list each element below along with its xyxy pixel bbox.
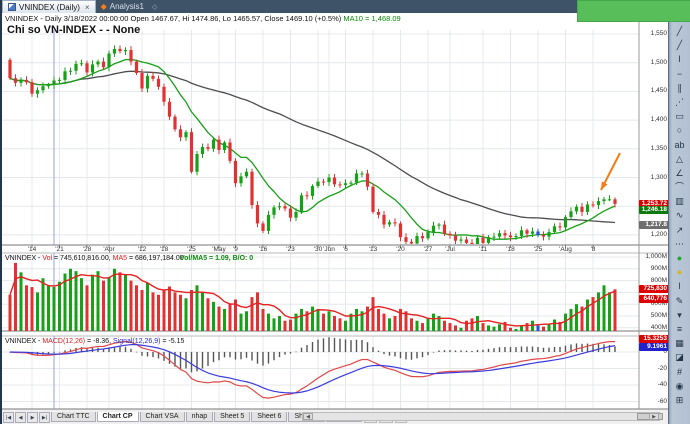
horizontal-scrollbar[interactable]: ◀ ▶: [302, 412, 660, 421]
arc-icon[interactable]: ⌒: [672, 180, 688, 194]
volume-header-vol-label: Vol: [42, 255, 52, 262]
volume-ratio-label: Vol/MA5 = 1.09, B/O: 0: [180, 255, 253, 262]
extended-line-icon[interactable]: ╱: [672, 38, 688, 52]
first-sheet-button[interactable]: |◀: [3, 412, 14, 423]
macd-header-symbol: VNINDEX -: [5, 338, 42, 345]
parallel-lines-icon[interactable]: ∥: [672, 81, 688, 95]
indicator-icon[interactable]: #: [672, 365, 688, 379]
layers-icon[interactable]: ≡: [672, 322, 688, 336]
trendline-icon[interactable]: ╱: [672, 24, 688, 38]
next-sheet-button[interactable]: ▶: [27, 412, 38, 423]
scroll-right-arrow[interactable]: ▶: [649, 413, 659, 420]
drawing-toolbar: ╱╱I−∥⋰▭○ab△∠⌒▥∿↗⋯●●ǀ✎▾≡▦◪#◉⊞: [668, 0, 690, 424]
sheet-tab-nhap[interactable]: nhap: [186, 412, 214, 422]
redaction-overlay: [577, 0, 690, 22]
close-tab-icon[interactable]: ×: [85, 3, 90, 12]
tab-label: VNINDEX (Daily): [19, 3, 80, 12]
channel-icon[interactable]: ⋰: [672, 95, 688, 109]
volume-header-ma-value: = 686,197,184.00: [127, 255, 184, 262]
macd-pane-header: VNINDEX - MACD(12,26) = -8.36, Signal(12…: [5, 338, 184, 345]
more-tools-icon[interactable]: ⋯: [672, 237, 688, 251]
pitchfork-icon[interactable]: ∠: [672, 166, 688, 180]
horizontal-line-icon[interactable]: −: [672, 67, 688, 81]
cycle-lines-icon[interactable]: ▥: [672, 194, 688, 208]
tab-label: Analysis1: [110, 2, 144, 11]
prev-sheet-button[interactable]: ◀: [15, 412, 26, 423]
chart-title: Chi so VN-INDEX - - None: [7, 24, 140, 36]
zigzag-icon[interactable]: ∿: [672, 208, 688, 222]
add-window-icon[interactable]: ⊞: [672, 393, 688, 407]
arrow-tool-icon[interactable]: ↗: [672, 223, 688, 237]
grid-style-icon[interactable]: ▦: [672, 336, 688, 350]
amibroker-window: VNINDEX (Daily) × ◆ Analysis1 ◇ VNINDEX …: [0, 0, 690, 424]
rectangle-icon[interactable]: ▭: [672, 109, 688, 123]
signal-value: = -5.15: [160, 338, 184, 345]
quote-line: VNINDEX - Daily 3/18/2022 00:00:00 Open …: [5, 14, 401, 23]
tab-list-icon[interactable]: ◇: [152, 3, 157, 11]
volume-pane-header: VNINDEX - Vol = 745,610,816.00, MA5 = 68…: [5, 255, 184, 262]
chart-canvas[interactable]: [2, 0, 690, 424]
buy-marker-icon[interactable]: ●: [672, 251, 688, 265]
text-tool-icon[interactable]: ab: [672, 138, 688, 152]
last-sheet-button[interactable]: ▶|: [39, 412, 50, 423]
fill-style-icon[interactable]: ◪: [672, 350, 688, 364]
volume-header-ma-label: MA5: [113, 255, 127, 262]
chart-doc-icon: [8, 3, 16, 11]
tab-vnindex-daily[interactable]: VNINDEX (Daily) ×: [2, 0, 96, 13]
signal-label: Signal(12,26,9): [113, 338, 160, 345]
target-icon[interactable]: ◉: [672, 379, 688, 393]
macd-label: MACD(12,26): [42, 338, 85, 345]
sheet-tab-sheet-6[interactable]: Sheet 6: [251, 412, 287, 422]
annotate-icon[interactable]: ✎: [672, 294, 688, 308]
quote-text: VNINDEX - Daily 3/18/2022 00:00:00 Open …: [5, 14, 341, 23]
analysis-doc-icon: ◆: [101, 3, 107, 11]
volume-header-vol-value: = 745,610,816.00,: [52, 255, 113, 262]
scroll-left-arrow[interactable]: ◀: [303, 413, 313, 420]
sheet-tab-chart-cp[interactable]: Chart CP: [97, 412, 139, 422]
separator-icon[interactable]: ǀ: [672, 279, 688, 293]
quote-ma10-value: MA10 = 1,468.09: [343, 14, 400, 23]
sheet-tab-chart-ttc[interactable]: Chart TTC: [51, 412, 96, 422]
sheet-tab-sheet-5[interactable]: Sheet 5: [214, 412, 250, 422]
dropdown-icon[interactable]: ▾: [672, 308, 688, 322]
ellipse-icon[interactable]: ○: [672, 123, 688, 137]
triangle-icon[interactable]: △: [672, 152, 688, 166]
sheet-tab-chart-vsa[interactable]: Chart VSA: [140, 412, 185, 422]
sell-marker-icon[interactable]: ●: [672, 265, 688, 279]
vertical-line-icon[interactable]: I: [672, 52, 688, 66]
macd-value: = -8.36,: [85, 338, 113, 345]
volume-header-symbol: VNINDEX -: [5, 255, 42, 262]
tab-analysis1[interactable]: ◆ Analysis1: [96, 0, 149, 13]
